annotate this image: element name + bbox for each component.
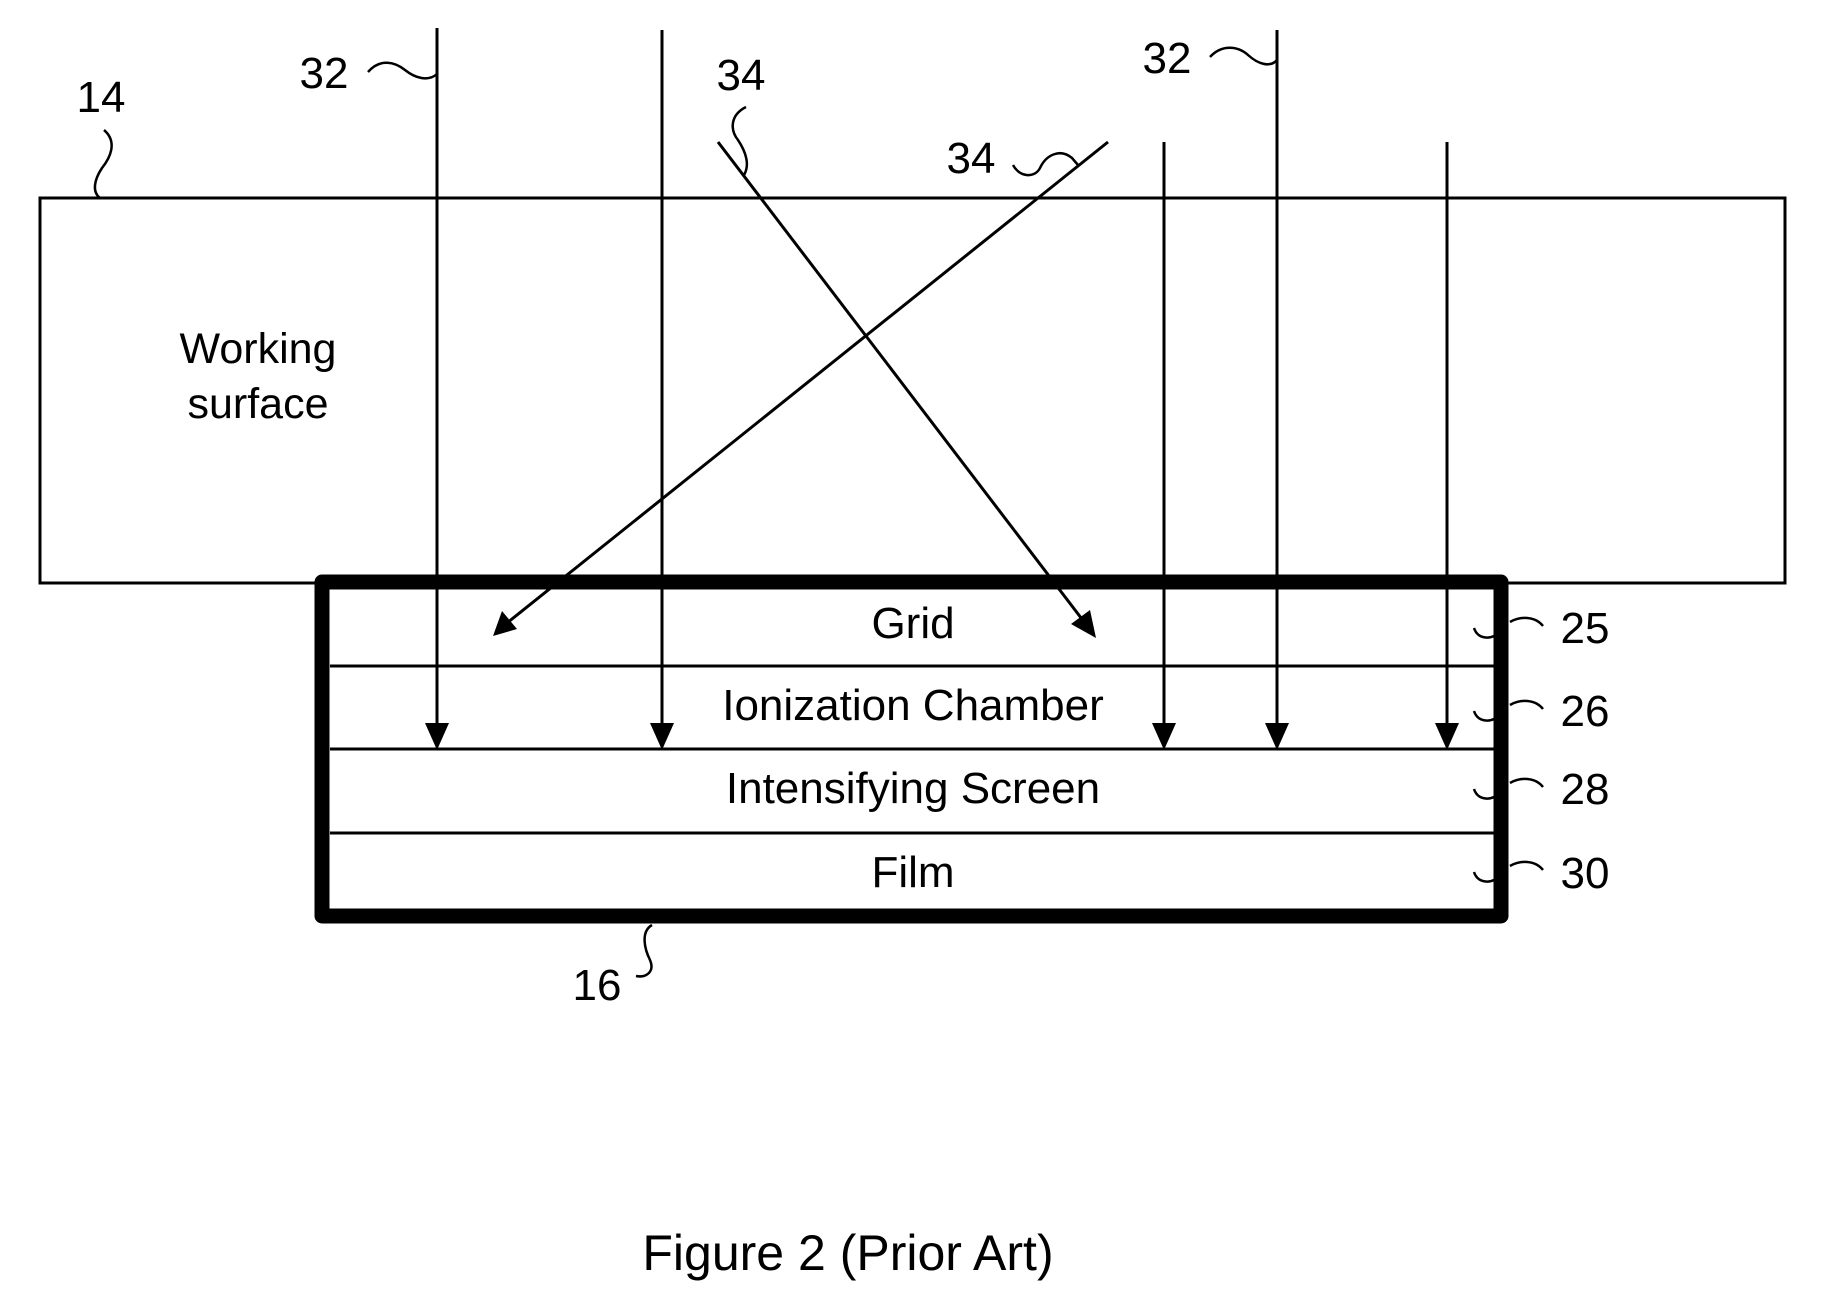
working-surface-label-line1: Working	[180, 325, 337, 373]
layer-ionization-chamber-label: Ionization Chamber	[722, 681, 1104, 730]
scattered-rays	[493, 140, 1109, 638]
primary-ray	[1435, 142, 1459, 750]
ref-34-label: 34	[947, 134, 996, 183]
ref-30-label: 30	[1561, 849, 1610, 898]
ref-16-label: 16	[573, 961, 622, 1010]
ref-16-callout: 16	[573, 923, 653, 1010]
arrowhead-icon	[650, 723, 674, 750]
ref-34-leader	[1011, 152, 1079, 177]
ref-32-callout-left: 32	[300, 49, 438, 98]
ref-28-label: 28	[1561, 765, 1610, 814]
ref-32-callout-right: 32	[1143, 34, 1278, 83]
ref-32-leader	[1209, 46, 1278, 66]
ref-32-label: 32	[1143, 34, 1192, 83]
ref-34-callout-right: 34	[947, 134, 1079, 183]
primary-ray	[650, 30, 674, 750]
figure-caption: Figure 2 (Prior Art)	[642, 1225, 1053, 1281]
ref-14-callout: 14	[77, 73, 126, 199]
arrowhead-icon	[1152, 723, 1176, 750]
ref-26-label: 26	[1561, 687, 1610, 736]
primary-ray	[425, 28, 449, 750]
arrowhead-icon	[425, 723, 449, 750]
arrowhead-icon	[493, 611, 517, 636]
scattered-ray	[493, 140, 1109, 636]
ref-16-leader	[635, 923, 653, 978]
ref-32-leader	[367, 61, 438, 80]
layer-grid-label: Grid	[871, 599, 954, 648]
primary-ray	[1152, 142, 1176, 750]
ref-32-label: 32	[300, 49, 349, 98]
arrowhead-icon	[1435, 723, 1459, 750]
cassette: Grid Ionization Chamber Intensifying Scr…	[314, 574, 1610, 1010]
ref-14-leader	[93, 129, 113, 199]
ref-34-label: 34	[717, 51, 766, 100]
ref-25-label: 25	[1561, 604, 1610, 653]
arrowhead-icon	[1265, 723, 1289, 750]
ref-14-label: 14	[77, 73, 126, 122]
primary-ray	[1265, 30, 1289, 750]
working-surface-label-line2: surface	[187, 380, 328, 428]
working-surface: Working surface	[38, 196, 1787, 585]
scattered-ray	[716, 141, 1096, 638]
layer-intensifying-screen-label: Intensifying Screen	[726, 764, 1100, 813]
ref-34-callout-left: 34	[717, 51, 766, 176]
arrowhead-icon	[1071, 610, 1096, 638]
layer-film-label: Film	[871, 848, 954, 897]
figure-2-diagram: Working surface 14 Grid Ionization Chamb…	[38, 28, 1787, 1281]
